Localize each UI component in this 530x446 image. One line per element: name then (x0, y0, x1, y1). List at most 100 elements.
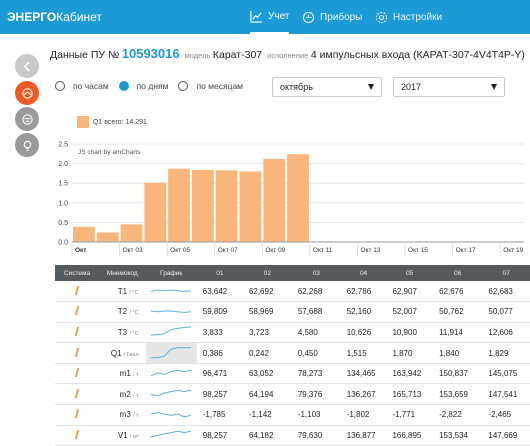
column-header[interactable]: 01 (196, 265, 243, 281)
sparkline-cell[interactable] (145, 404, 197, 426)
sparkline (151, 411, 192, 418)
value-cell: 98,257 (196, 383, 243, 406)
sparkline-cell[interactable] (145, 301, 197, 323)
nav-item-settings[interactable]: Настройки (375, 0, 442, 34)
unit: / м³ (129, 433, 139, 440)
value-cell: 63,642 (196, 281, 243, 303)
sparkline-path (151, 347, 192, 359)
column-header[interactable]: График (145, 265, 197, 281)
mnemocode: T1 (117, 286, 130, 296)
value-cell: 63,052 (242, 363, 292, 385)
sparkline-cell[interactable] (145, 383, 197, 406)
nav-item-accounting[interactable]: Учет (250, 0, 290, 34)
value-cell: 50,077 (482, 301, 530, 323)
table-row[interactable]: m2 / т 98,257 64,194 79,376 136,267 165,713 15… (55, 383, 530, 406)
sparkline-path (150, 369, 192, 376)
chart-bar (191, 169, 214, 242)
y-tick-label: 1.5 (58, 181, 68, 188)
sparkline-cell[interactable] (145, 322, 197, 344)
value-cell: 10,900 (386, 322, 434, 344)
table-row[interactable]: m3 / т -1,785 -1,142 -1,103 -1,802 -1,771 -2,8… (55, 404, 530, 426)
sparkline-path (151, 411, 192, 418)
table-row[interactable]: Q1 / Гкал 0,386 0,242 0,450 1,515 1,870 1,840 1… (55, 342, 530, 364)
value-cell: 136,877 (340, 425, 387, 446)
value-cell: 79,376 (291, 383, 341, 406)
value-cell: 10,626 (340, 322, 387, 344)
value-cell: 62,676 (433, 281, 483, 303)
value-cell: 58,969 (242, 301, 292, 323)
table-row[interactable]: T3 / °C 3,833 3,723 4,580 10,626 10,900 11,914… (55, 322, 530, 344)
table-row[interactable]: V1 / м³ 98,257 64,182 79,630 136,877 166,895 1… (55, 425, 530, 446)
system-cell (55, 383, 99, 406)
y-tick-label: 2.0 (58, 161, 68, 168)
column-header[interactable]: 05 (386, 265, 434, 281)
value-cell: 0,242 (242, 342, 292, 364)
radio-monthly[interactable] (178, 81, 189, 91)
system-cell (55, 301, 99, 323)
value-cell: 78,273 (291, 363, 341, 385)
system-marker-icon (74, 326, 80, 336)
nav-item-devices[interactable]: Приборы (302, 0, 362, 34)
exec-label: исполнение (267, 51, 309, 60)
table-row[interactable]: m1 / т 96,471 63,052 78,273 134,465 163,942 15… (55, 363, 530, 385)
value-cell: 1,829 (482, 342, 530, 364)
chart-bar (239, 171, 262, 242)
year-select[interactable]: 2017 (393, 77, 505, 97)
column-header[interactable]: 02 (242, 265, 292, 281)
radio-daily[interactable] (118, 81, 129, 91)
value-cell: 150,837 (433, 363, 483, 385)
radio-hourly-label[interactable]: по часам (73, 81, 109, 91)
chart-bar (215, 170, 238, 242)
rail-item-water[interactable] (15, 107, 39, 131)
sparkline-cell[interactable] (145, 363, 197, 385)
sparkline-cell[interactable] (145, 281, 197, 303)
column-header[interactable]: Система (55, 265, 99, 281)
value-cell: 153,534 (433, 425, 483, 446)
value-cell: 62,683 (482, 281, 530, 303)
column-header[interactable]: 06 (433, 265, 483, 281)
sparkline (150, 369, 192, 376)
device-header: Данные ПУ № 10593016 модель Карат-307 ис… (50, 46, 525, 61)
value-cell: -1,802 (340, 404, 387, 426)
column-header[interactable]: 04 (340, 265, 387, 281)
value-cell: 59,809 (196, 301, 243, 323)
column-header[interactable]: 07 (482, 265, 530, 281)
sparkline (151, 310, 192, 313)
rail-item-heat[interactable] (15, 81, 39, 105)
water-icon (21, 113, 33, 125)
value-cell: 0,450 (291, 342, 341, 364)
system-cell (55, 363, 99, 385)
sparkline-cell[interactable] (145, 342, 197, 364)
value-cell: 145,075 (482, 363, 530, 385)
mnemocode-cell: m3 / т (98, 404, 146, 426)
chevron-left-icon (23, 60, 30, 72)
sparkline-cell[interactable] (145, 425, 197, 446)
sparkline-path (151, 326, 192, 337)
value-cell: -1,785 (196, 404, 243, 426)
table-row[interactable]: T1 / °C 63,642 62,692 62,268 62,786 62,907 62,… (55, 281, 530, 303)
unit: / т (133, 413, 139, 420)
column-header[interactable]: Мнемокод (98, 265, 146, 281)
value-cell: 4,580 (291, 322, 341, 344)
column-header[interactable]: 03 (291, 265, 341, 281)
mnemocode: T2 (117, 307, 130, 317)
chart-credit[interactable]: JS chart by amCharts (78, 149, 141, 156)
back-button[interactable] (15, 54, 39, 78)
table-row[interactable]: T2 / °C 59,809 58,969 57,688 52,160 52,007 50,… (55, 301, 530, 323)
chart-bar (73, 226, 95, 242)
value-cell: 62,907 (386, 281, 434, 303)
chart-bar (96, 232, 119, 242)
radio-daily-label[interactable]: по дням (137, 81, 169, 91)
value-cell: 153,659 (433, 383, 483, 406)
app-logo[interactable]: ЭНЕРГОКабинет (7, 10, 102, 24)
chart-legend[interactable]: Q1 всего: 14.291 (77, 116, 147, 128)
rail-item-electricity[interactable] (15, 133, 39, 157)
value-cell: 50,762 (433, 301, 483, 323)
value-cell: 52,007 (386, 301, 434, 323)
value-cell: 134,465 (340, 363, 387, 385)
sparkline (151, 347, 192, 359)
radio-hourly[interactable] (55, 81, 65, 91)
system-cell (55, 404, 99, 426)
radio-monthly-label[interactable]: по месяцам (196, 81, 243, 91)
month-select[interactable]: октябрь (272, 77, 382, 97)
